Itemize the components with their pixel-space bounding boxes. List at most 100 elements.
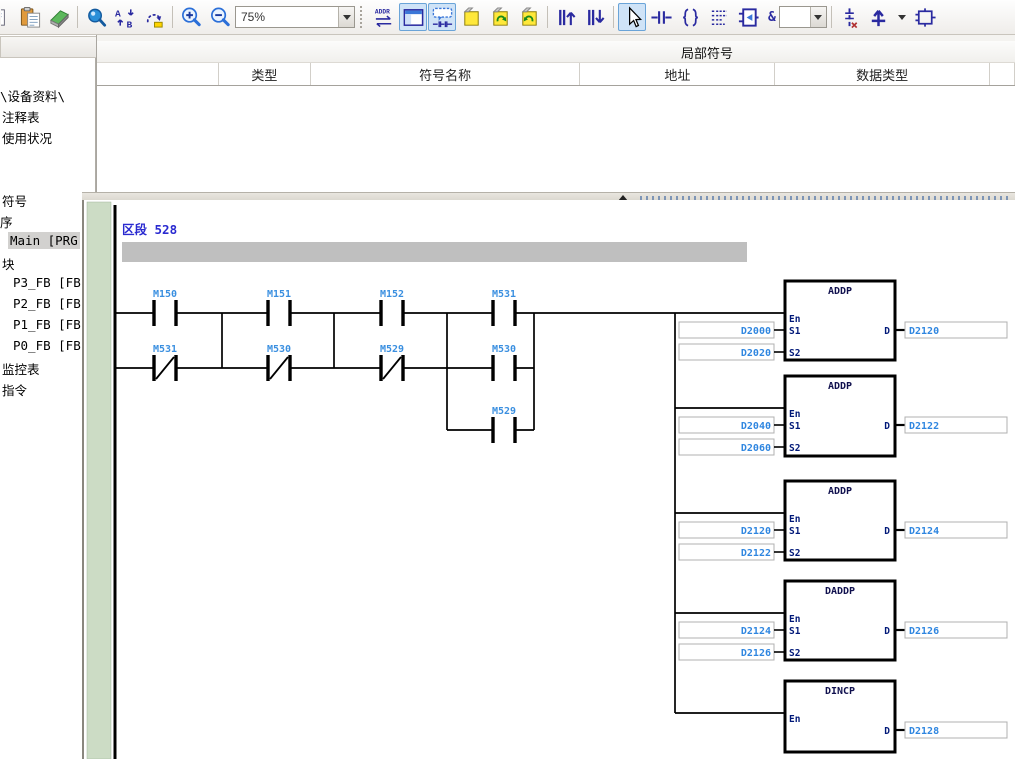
network-tool-button[interactable] [912,3,940,31]
column-header-地址[interactable]: 地址 [580,63,775,85]
output-box-D2124[interactable]: D2124 [895,522,1007,538]
line-up-dropdown[interactable] [894,3,911,31]
contact-M531-no[interactable]: M531 [492,289,516,326]
function-block-ADDP[interactable]: ADDPEnS1D2000S2D2020DD2120 [679,281,1007,360]
operand-box-D2122[interactable]: D2122 [679,544,785,560]
operand-box-D2124[interactable]: D2124 [679,622,785,638]
replace-button[interactable]: AB [111,3,139,31]
column-header-blank[interactable] [97,63,219,85]
contact-M530-nc[interactable]: M530 [267,344,291,381]
symbol-table-body[interactable] [97,86,1015,193]
contact-M529-no[interactable]: M529 [492,406,516,443]
zoom-out-button[interactable] [206,3,234,31]
function-block-DADDP[interactable]: DADDPEnS1D2124S2D2126DD2126 [679,581,1007,660]
contact-M529-nc[interactable]: M529 [380,344,404,381]
output-box-D2126[interactable]: D2126 [895,622,1007,638]
svg-text:M531: M531 [153,344,177,355]
tree-item[interactable]: 使用状况 [0,128,95,149]
contact-M531-nc[interactable]: M531 [153,344,177,381]
column-header-数据类型[interactable]: 数据类型 [775,63,990,85]
svg-text:En: En [789,614,800,625]
toolbar-separator [613,6,614,28]
chevron-down-icon[interactable] [338,7,354,27]
ladder-editor[interactable]: 区段 528M150M151M152M531M531M530M529M530M5… [82,200,1015,759]
zoom-out-icon [209,6,232,29]
output-box-D2120[interactable]: D2120 [895,322,1007,338]
tree-item[interactable]: 指令 [0,380,95,401]
tree-item[interactable]: P2_FB [FB [0,296,95,317]
operand-box-D2060[interactable]: D2060 [679,439,785,455]
column-header-blank[interactable] [990,63,1015,85]
paste-button[interactable] [16,3,44,31]
ladder-network[interactable]: 区段 528M150M151M152M531M531M530M529M530M5… [84,200,1015,759]
bookmark-next-button[interactable] [515,3,543,31]
contact-tool-button[interactable] [647,3,675,31]
tree-item-selected[interactable]: Main [PRG [8,232,80,249]
svg-text:D2000: D2000 [741,326,771,337]
copy-button[interactable] [0,3,15,31]
select-tool-button[interactable] [618,3,646,31]
operand-box-D2126[interactable]: D2126 [679,644,785,660]
operand-box-D2120[interactable]: D2120 [679,522,785,538]
eraser-button[interactable] [45,3,73,31]
insert-row-below-button[interactable] [581,3,609,31]
zoom-level-combobox[interactable]: 75% [235,6,355,28]
tree-item[interactable]: 注释表 [0,107,95,128]
tree-item[interactable]: P3_FB [FB [0,275,95,296]
symbol-table-title: 局部符号 [681,43,733,62]
column-header-类型[interactable]: 类型 [219,63,311,85]
bookmark-next-icon [518,6,541,29]
tree-item[interactable]: P1_FB [FB [0,317,95,338]
coil-tool-button[interactable] [676,3,704,31]
paste-icon [19,6,42,29]
contact-M530-no[interactable]: M530 [492,344,516,381]
output-box-D2128[interactable]: D2128 [895,722,1007,738]
svg-text:M531: M531 [492,289,516,300]
bookmark-prev-button[interactable] [486,3,514,31]
logic-gate-label: & [768,10,776,25]
contact-M151-no[interactable]: M151 [267,289,291,326]
tree-item[interactable]: 序 [0,212,95,233]
contact-M150-no[interactable]: M150 [153,289,177,326]
ladder-margin [87,202,111,759]
tree-item[interactable] [0,149,95,170]
tree-item[interactable] [0,170,95,191]
insert-row-above-button[interactable] [552,3,580,31]
tree-item[interactable]: \设备资料\ [0,86,95,107]
address-mode-button[interactable]: ADDR [370,3,398,31]
svg-text:D2126: D2126 [909,626,939,637]
network-tool-icon [914,6,937,29]
operand-box-D2040[interactable]: D2040 [679,417,785,433]
instruction-tool-button[interactable] [705,3,733,31]
tree-item[interactable]: 符号 [0,191,95,212]
function-block-tool-button[interactable] [734,3,762,31]
svg-text:M151: M151 [267,289,291,300]
column-header-符号名称[interactable]: 符号名称 [311,63,581,85]
operand-box-D2000[interactable]: D2000 [679,322,785,338]
logic-gate-combobox[interactable] [779,6,827,28]
bookmark-button[interactable] [457,3,485,31]
symbol-panel-toggle-button[interactable] [399,3,427,31]
operand-box-D2020[interactable]: D2020 [679,344,785,360]
function-block-ADDP[interactable]: ADDPEnS1D2040S2D2060DD2122 [679,376,1007,456]
function-block-ADDP[interactable]: ADDPEnS1D2120S2D2122DD2124 [679,481,1007,560]
tree-item[interactable]: 监控表 [0,359,95,380]
tree-item[interactable]: 块 [0,254,95,275]
line-up-tool-button[interactable] [865,3,893,31]
network-comment-bar[interactable] [122,242,747,262]
comment-display-toggle-button[interactable] [428,3,456,31]
zoom-in-button[interactable] [177,3,205,31]
contact-M152-no[interactable]: M152 [380,289,404,326]
find-button[interactable] [82,3,110,31]
wire-tool-button[interactable] [836,3,864,31]
tree-item[interactable]: Main [PRG [0,233,95,254]
tree-item[interactable]: P0_FB [FB [0,338,95,359]
logic-gate-selector[interactable]: & [763,6,827,28]
goto-button[interactable] [140,3,168,31]
svg-text:D2124: D2124 [909,526,939,537]
chevron-down-icon[interactable] [810,7,826,27]
output-box-D2122[interactable]: D2122 [895,417,1007,433]
svg-text:D2124: D2124 [741,626,771,637]
function-block-DINCP[interactable]: DINCPEnDD2128 [785,681,1007,752]
goto-icon [143,6,166,29]
